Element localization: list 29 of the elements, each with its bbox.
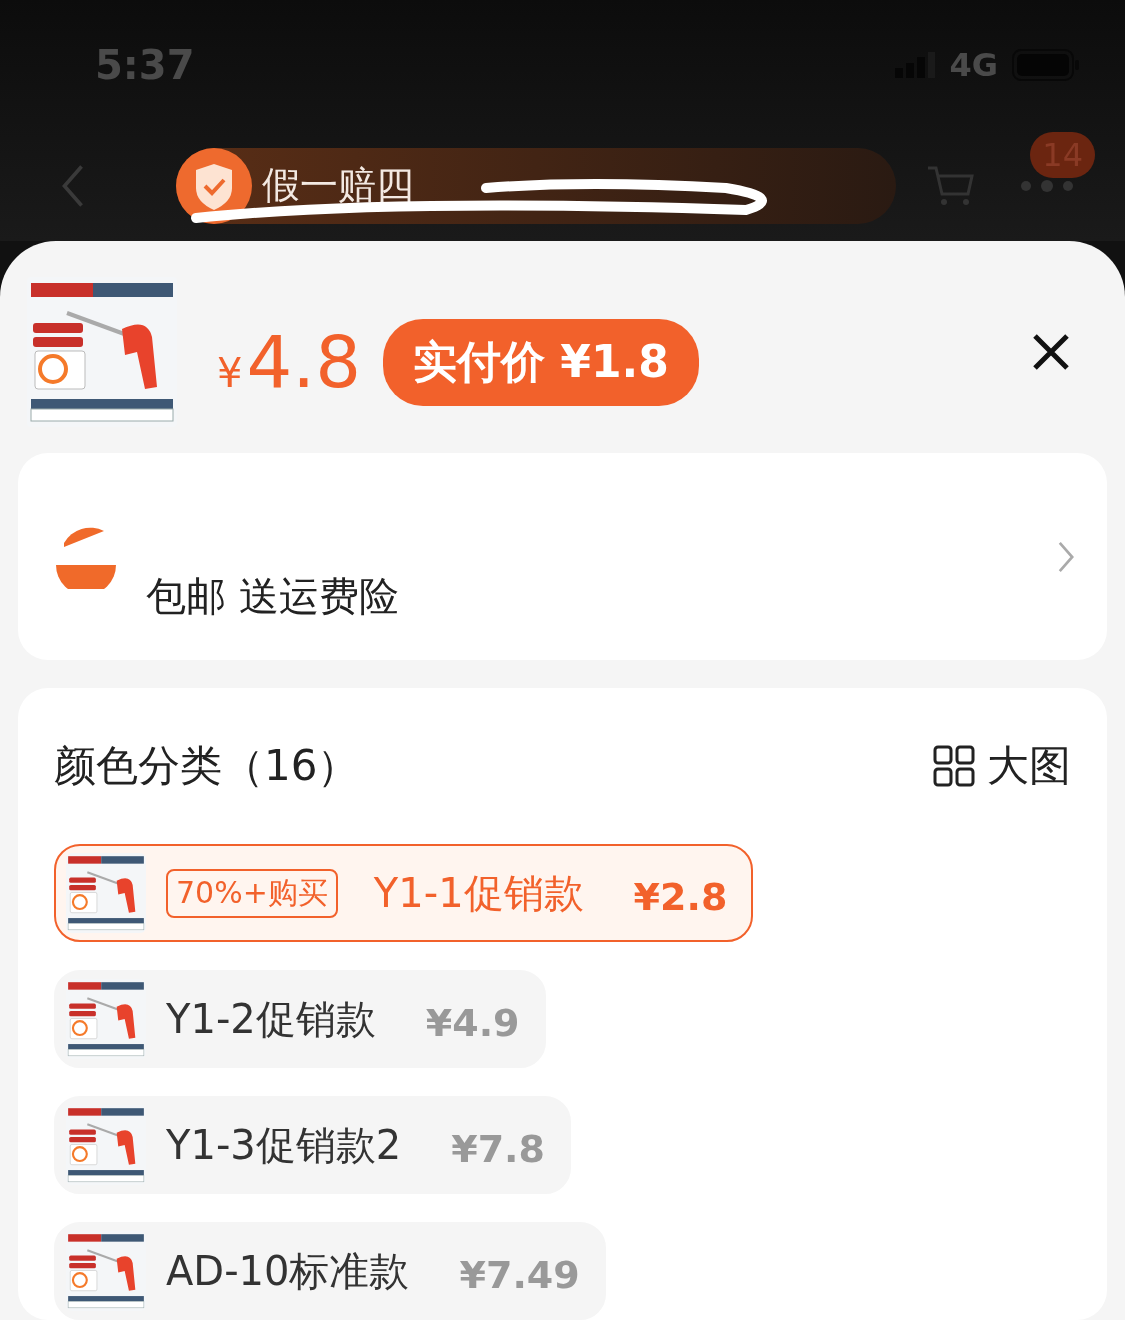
section-title: 颜色分类（16） bbox=[54, 740, 360, 792]
chevron-right-icon[interactable] bbox=[1057, 540, 1075, 573]
variant-option[interactable]: AD-10标准款 ¥7.49 bbox=[54, 1222, 606, 1320]
network-type: 4G bbox=[949, 46, 998, 84]
final-price-pill: 实付价 ¥1.8 bbox=[382, 318, 699, 406]
status-time: 5:37 bbox=[95, 42, 195, 88]
shipping-text: 包邮 送运费险 bbox=[146, 572, 399, 621]
variant-name: Y1-3促销款2 bbox=[166, 1120, 402, 1170]
shield-check-icon bbox=[176, 147, 252, 224]
variant-price: ¥2.8 bbox=[633, 875, 728, 919]
back-icon[interactable] bbox=[60, 163, 86, 208]
shop-card[interactable]: 包邮 送运费险 bbox=[18, 453, 1107, 660]
variant-option[interactable]: Y1-2促销款 ¥4.9 bbox=[54, 970, 546, 1068]
variant-price: ¥4.9 bbox=[425, 1001, 520, 1045]
price: 4.8 bbox=[246, 320, 361, 404]
guarantee-banner[interactable]: 假一赔四 bbox=[176, 147, 896, 224]
close-button[interactable] bbox=[1031, 332, 1071, 372]
variant-name: Y1-2促销款 bbox=[166, 994, 376, 1044]
variant-option[interactable]: Y1-3促销款2 ¥7.8 bbox=[54, 1096, 571, 1194]
large-view-toggle[interactable]: 大图 bbox=[933, 738, 1071, 794]
banner-text: 假一赔四 bbox=[262, 162, 414, 209]
variant-name: AD-10标准款 bbox=[166, 1246, 410, 1296]
variant-price: ¥7.8 bbox=[451, 1127, 545, 1171]
more-icon[interactable] bbox=[1019, 178, 1075, 193]
variant-price: ¥7.49 bbox=[459, 1253, 580, 1297]
variant-name: Y1-1促销款 bbox=[373, 868, 584, 918]
variant-tag: 70%+购买 bbox=[166, 868, 338, 918]
grid-icon bbox=[933, 745, 975, 787]
currency-symbol: ¥ bbox=[217, 350, 243, 396]
